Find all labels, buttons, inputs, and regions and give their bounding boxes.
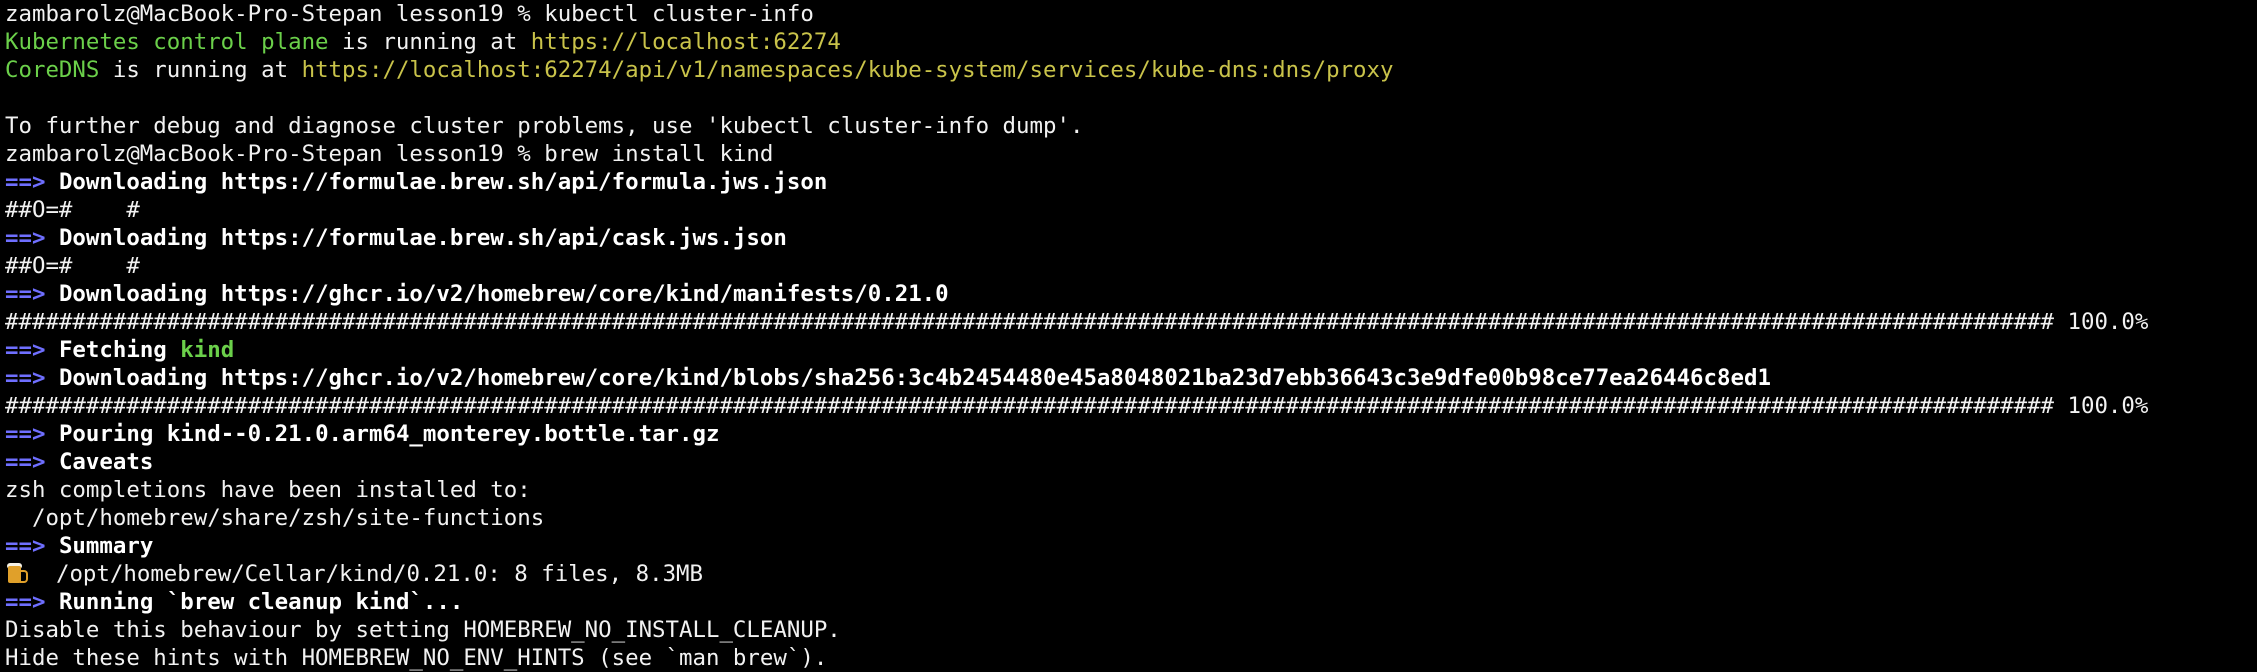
- arrow-marker: ==>: [5, 589, 46, 615]
- brew-step-summary: ==> Summary: [5, 532, 2257, 560]
- output-line-debug-hint: To further debug and diagnose cluster pr…: [5, 113, 1084, 139]
- progress-line: ##O=# #: [5, 197, 140, 223]
- command-text: kubectl cluster-info: [544, 1, 814, 27]
- step-text: Running `brew cleanup kind`...: [58, 589, 464, 615]
- progress-line: ##O=# #: [5, 253, 140, 279]
- step-text: Fetching: [58, 337, 181, 363]
- brew-step-caveats: ==> Caveats: [5, 448, 2257, 476]
- shell-prompt: zambarolz@MacBook-Pro-Stepan lesson19 %: [5, 141, 545, 167]
- terminal-output: zambarolz@MacBook-Pro-Stepan lesson19 % …: [5, 0, 2257, 672]
- step-text: Caveats: [58, 449, 154, 475]
- arrow-marker: ==>: [5, 225, 46, 251]
- step-text: Downloading https://ghcr.io/v2/homebrew/…: [58, 281, 949, 307]
- summary-text: /opt/homebrew/Cellar/kind/0.21.0: 8 file…: [29, 561, 704, 587]
- step-text: Downloading https://ghcr.io/v2/homebrew/…: [58, 365, 1771, 391]
- brew-step-download-blob: ==> Downloading https://ghcr.io/v2/homeb…: [5, 364, 2257, 392]
- command-text: brew install kind: [544, 141, 774, 167]
- output-line-control-plane: Kubernetes control plane is running at h…: [5, 28, 2257, 56]
- coredns-label: CoreDNS: [5, 57, 100, 83]
- output-line-zsh-note: zsh completions have been installed to:: [5, 477, 531, 503]
- beer-mug-icon: [5, 562, 29, 586]
- package-name: kind: [180, 337, 235, 363]
- coredns-url-link[interactable]: https://localhost:62274/api/v1/namespace…: [302, 57, 1394, 83]
- brew-step-download-formula: ==> Downloading https://formulae.brew.sh…: [5, 168, 2257, 196]
- arrow-marker: ==>: [5, 365, 46, 391]
- arrow-marker: ==>: [5, 449, 46, 475]
- brew-step-cleanup: ==> Running `brew cleanup kind`...: [5, 588, 2257, 616]
- prompt-line-cluster-info: zambarolz@MacBook-Pro-Stepan lesson19 % …: [5, 0, 2257, 28]
- output-line-env-hint: Hide these hints with HOMEBREW_NO_ENV_HI…: [5, 645, 828, 671]
- progress-bar-full: ########################################…: [5, 309, 2149, 335]
- progress-bar-full: ########################################…: [5, 393, 2149, 419]
- arrow-marker: ==>: [5, 169, 46, 195]
- arrow-marker: ==>: [5, 533, 46, 559]
- brew-step-pouring: ==> Pouring kind--0.21.0.arm64_monterey.…: [5, 420, 2257, 448]
- arrow-marker: ==>: [5, 421, 46, 447]
- output-line-summary: /opt/homebrew/Cellar/kind/0.21.0: 8 file…: [5, 560, 2257, 588]
- k8s-label: Kubernetes control plane: [5, 29, 329, 55]
- prompt-line-brew-install: zambarolz@MacBook-Pro-Stepan lesson19 % …: [5, 140, 2257, 168]
- step-text: Downloading https://formulae.brew.sh/api…: [58, 169, 828, 195]
- brew-step-download-manifest: ==> Downloading https://ghcr.io/v2/homeb…: [5, 280, 2257, 308]
- output-line-zsh-path: /opt/homebrew/share/zsh/site-functions: [5, 505, 545, 531]
- coredns-mid: is running at: [99, 57, 302, 83]
- output-line-coredns: CoreDNS is running at https://localhost:…: [5, 56, 2257, 84]
- brew-step-fetching: ==> Fetching kind: [5, 336, 2257, 364]
- brew-step-download-cask: ==> Downloading https://formulae.brew.sh…: [5, 224, 2257, 252]
- shell-prompt: zambarolz@MacBook-Pro-Stepan lesson19 %: [5, 1, 545, 27]
- output-line-cleanup-hint: Disable this behaviour by setting HOMEBR…: [5, 617, 841, 643]
- arrow-marker: ==>: [5, 337, 46, 363]
- k8s-url-link[interactable]: https://localhost:62274: [531, 29, 841, 55]
- k8s-mid: is running at: [328, 29, 531, 55]
- step-text: Pouring kind--0.21.0.arm64_monterey.bott…: [58, 421, 720, 447]
- terminal-window[interactable]: zambarolz@MacBook-Pro-Stepan lesson19 % …: [0, 0, 2257, 672]
- step-text: Downloading https://formulae.brew.sh/api…: [58, 225, 787, 251]
- arrow-marker: ==>: [5, 281, 46, 307]
- step-text: Summary: [58, 533, 154, 559]
